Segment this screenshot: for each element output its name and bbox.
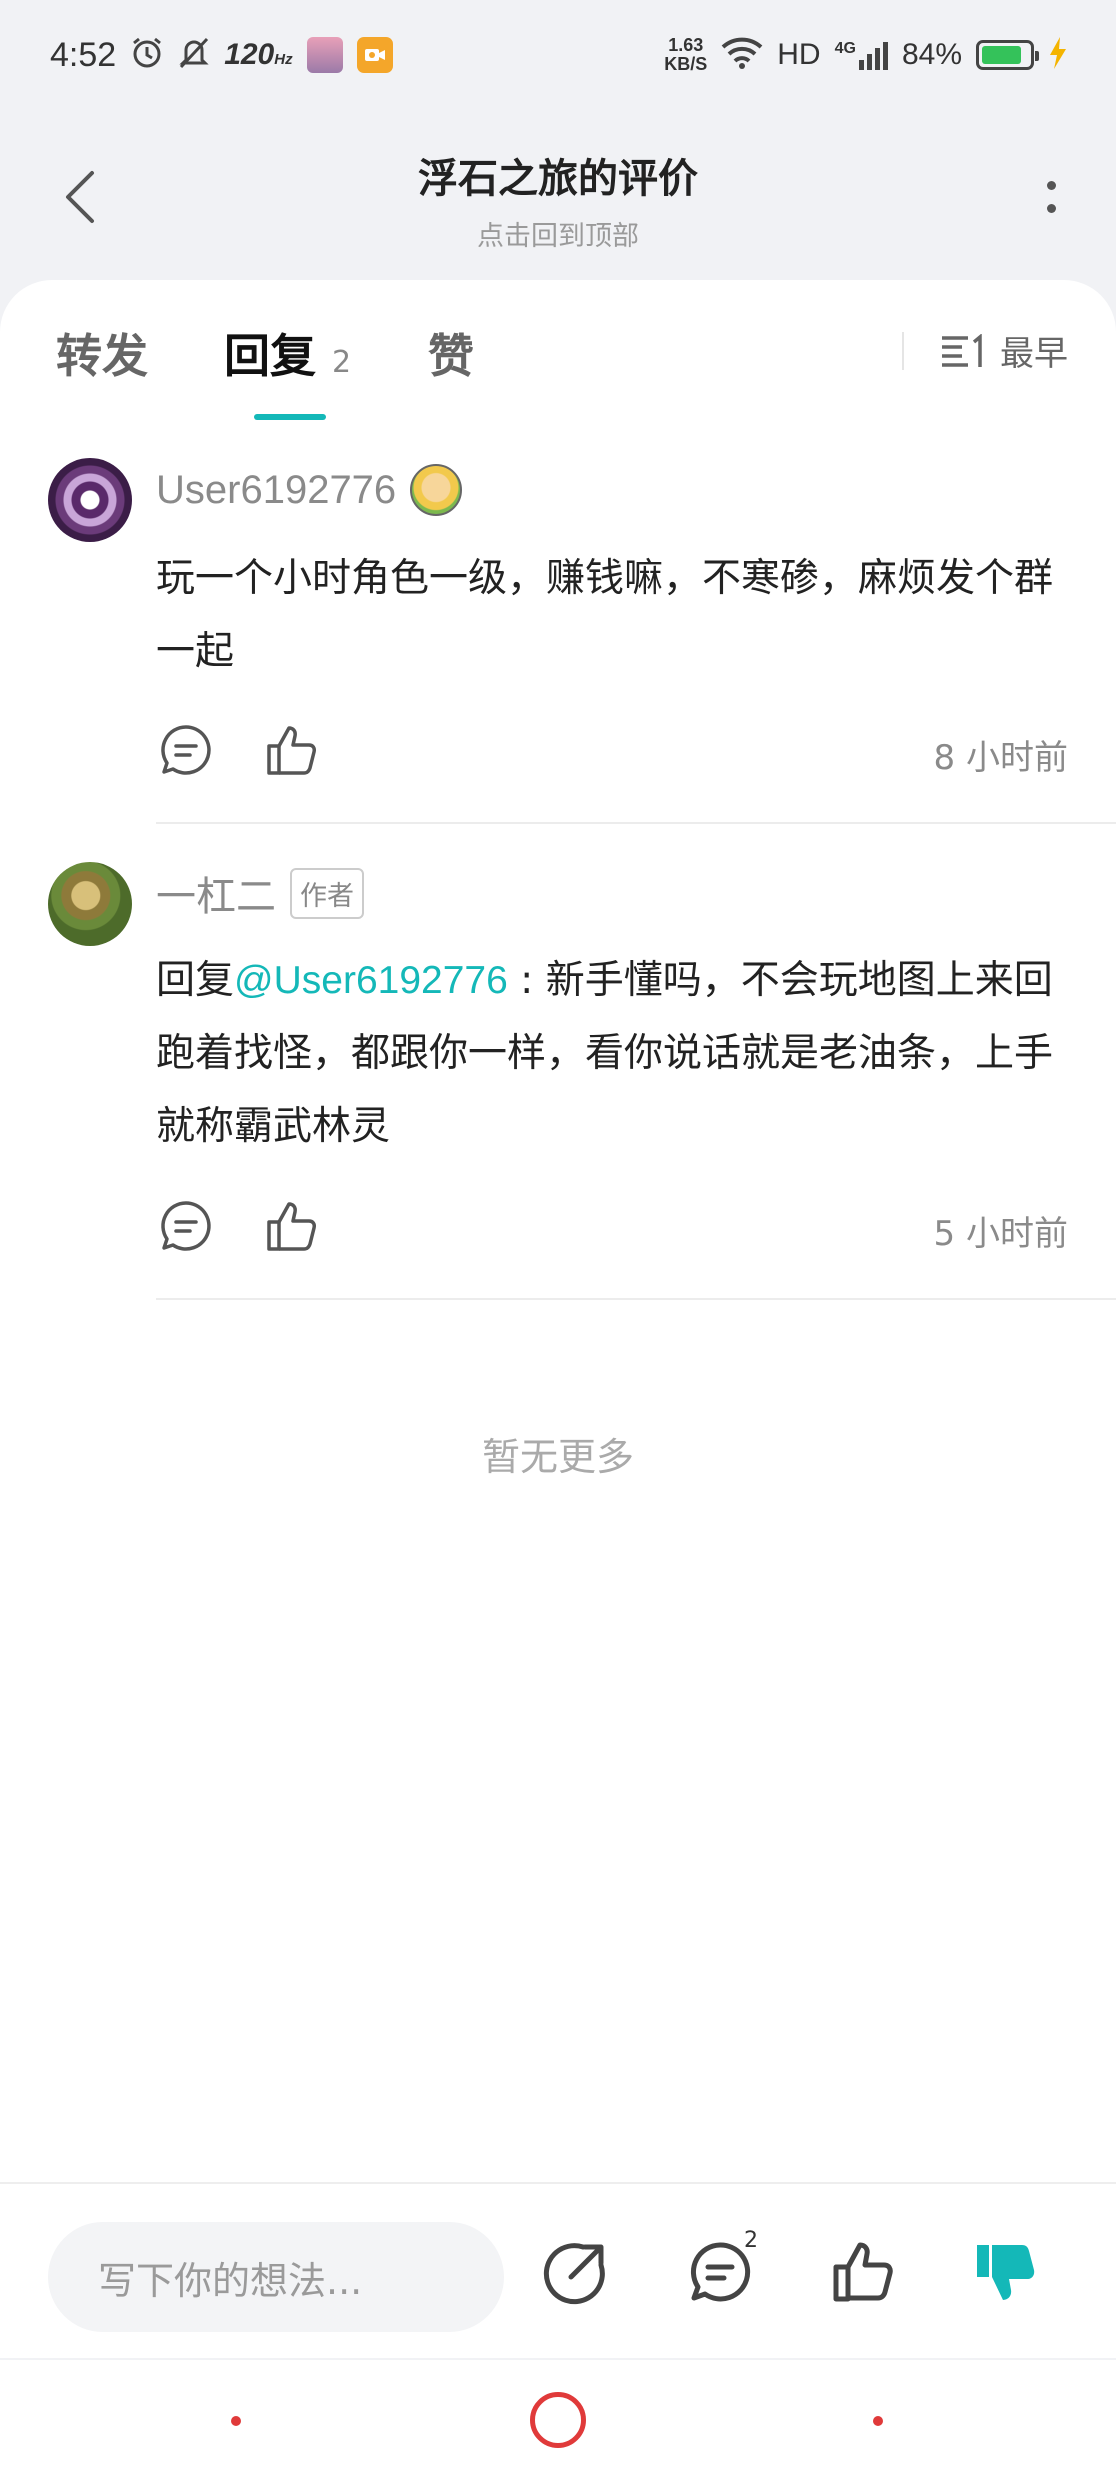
like-button[interactable] [824, 2232, 904, 2312]
refresh-rate: 120Hz [224, 38, 293, 71]
back-nav-button[interactable] [873, 2416, 883, 2426]
header: 浮石之旅的评价 点击回到顶部 [0, 110, 1116, 280]
reply-button[interactable] [156, 720, 216, 780]
divider [156, 822, 1116, 824]
bottom-action-bar: 写下你的想法... 2 [0, 2182, 1116, 2358]
recorder-icon [356, 37, 393, 73]
more-dot [1046, 204, 1056, 213]
reply-button[interactable] [156, 1196, 216, 1256]
sort-order-icon [942, 333, 982, 367]
wifi-icon [721, 37, 763, 73]
comments-button[interactable]: 2 [680, 2228, 760, 2312]
comment-author[interactable]: User6192776 [156, 464, 463, 516]
menu-nav-button[interactable] [231, 2416, 241, 2426]
share-icon [543, 2243, 605, 2305]
sort-label: 最早 [1000, 334, 1068, 374]
status-bar: 4:52 120Hz 1.63 KB/S HD 4G 84% [0, 0, 1116, 110]
username: 一杠二 [156, 875, 276, 919]
comment-input[interactable]: 写下你的想法... [48, 2222, 504, 2332]
mention-link[interactable]: @User6192776 [234, 959, 508, 1002]
tab-reply[interactable]: 回复 2 [224, 320, 351, 386]
thumbs-up-icon [267, 1202, 316, 1251]
comment-actions [156, 1196, 322, 1256]
username: User6192776 [156, 467, 397, 512]
comment-icon [161, 725, 211, 775]
avatar[interactable] [48, 862, 132, 946]
alarm-icon [130, 36, 164, 74]
divider [902, 332, 904, 370]
like-button[interactable] [262, 1196, 322, 1256]
comment-actions [156, 720, 322, 780]
dislike-button[interactable] [966, 2232, 1046, 2312]
charging-icon [1048, 36, 1068, 74]
thumbs-up-icon [267, 726, 316, 775]
user-badge-icon [410, 464, 463, 516]
app-icon [306, 37, 343, 73]
tab-reply-count: 2 [332, 345, 352, 380]
tab-forward[interactable]: 转发 [56, 320, 148, 386]
title-area[interactable]: 浮石之旅的评价 点击回到顶部 [0, 146, 1116, 253]
list-end-text: 暂无更多 [481, 1435, 634, 1479]
tab-like[interactable]: 赞 [428, 320, 474, 386]
more-options-button[interactable] [1026, 162, 1076, 232]
battery-percent: 84% [901, 38, 962, 71]
more-dot [1046, 181, 1056, 190]
author-badge: 作者 [290, 867, 364, 919]
tab-reply-label: 回复 [224, 329, 316, 383]
comment-count: 2 [744, 2228, 758, 2253]
tab-bar: 转发 回复 2 赞 最早 [0, 280, 1116, 420]
hd-indicator: HD [777, 38, 821, 71]
content-panel: 转发 回复 2 赞 最早 User6192776 玩一个小时角色一级，赚钱嘛，不寒… [0, 280, 1116, 2190]
scroll-to-top-hint[interactable]: 点击回到顶部 [0, 214, 1116, 253]
net-speed: 1.63 KB/S [664, 35, 708, 74]
clock: 4:52 [50, 35, 117, 74]
page-title: 浮石之旅的评价 [418, 156, 698, 202]
comment-author[interactable]: 一杠二 作者 [156, 864, 364, 922]
input-placeholder: 写下你的想法... [98, 2258, 363, 2303]
sort-button[interactable]: 最早 [940, 326, 1068, 375]
home-nav-button[interactable] [530, 2392, 586, 2448]
system-nav-bar [0, 2360, 1116, 2480]
comment-icon [161, 1201, 211, 1251]
comment-time: 5 小时前 [933, 1214, 1068, 1254]
thumbs-up-icon [833, 2242, 893, 2302]
signal-icon: 4G [835, 40, 888, 70]
avatar[interactable] [48, 458, 132, 542]
battery-icon [976, 40, 1039, 70]
comment-text: 回复@User6192776 : 新手懂吗，不会玩地图上来回跑着找怪，都跟你一样… [156, 944, 1068, 1163]
divider [156, 1298, 1116, 1300]
comment-time: 8 小时前 [933, 738, 1068, 778]
reply-prefix: 回复 [156, 958, 235, 1003]
like-button[interactable] [262, 720, 322, 780]
share-button[interactable] [536, 2232, 616, 2312]
comment-text: 玩一个小时角色一级，赚钱嘛，不寒碜，麻烦发个群一起 [156, 556, 1054, 674]
silent-icon [178, 36, 210, 74]
thumbs-down-icon [977, 2245, 1035, 2300]
active-tab-indicator [254, 414, 326, 420]
